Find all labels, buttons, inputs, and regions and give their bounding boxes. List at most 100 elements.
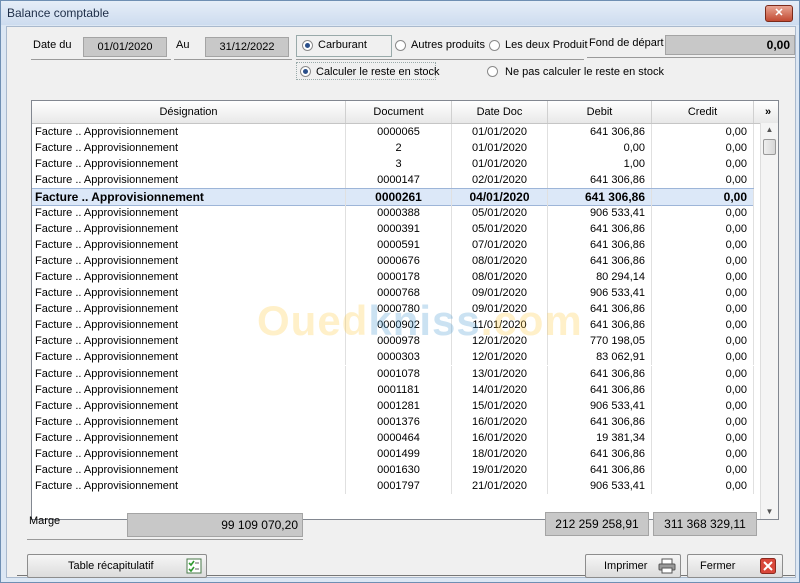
cell-designation: Facture .. Approvisionnement [32,124,346,140]
table-recapitulatif-button[interactable]: Table récapitulatif [27,554,207,578]
table-row[interactable]: Facture .. Approvisionnement 0001499 18/01… [32,446,754,462]
imprimer-label: Imprimer [604,560,648,572]
cell-designation: Facture .. Approvisionnement [32,236,346,253]
cell-document: 0000147 [346,172,452,189]
close-x-icon [760,558,776,582]
table-row[interactable]: Facture .. Approvisionnement 0001630 19/01… [32,462,754,479]
cell-designation: Facture .. Approvisionnement [32,429,346,446]
cell-document: 0000391 [346,220,452,237]
table-row[interactable]: Facture .. Approvisionnement 0000065 01/01… [32,124,754,140]
table-row[interactable]: Facture .. Approvisionnement 2 01/01/2020 0… [32,140,754,157]
col-header-designation[interactable]: Désignation [32,101,346,123]
table-row[interactable]: Facture .. Approvisionnement 0001281 15/01… [32,397,754,414]
checklist-icon [186,558,202,582]
fermer-button[interactable]: Fermer [687,554,783,578]
autres-produits-radio[interactable] [395,40,406,51]
cell-designation: Facture .. Approvisionnement [32,333,346,350]
date-to-field[interactable]: 31/12/2022 [205,37,289,57]
cell-date-doc: 15/01/2020 [452,397,548,414]
cell-credit: 0,00 [652,446,754,462]
cell-designation: Facture .. Approvisionnement [32,317,346,334]
calculer-stock-radio[interactable] [300,66,311,77]
imprimer-button[interactable]: Imprimer [585,554,681,578]
more-columns-button[interactable]: » [758,101,778,123]
cell-designation: Facture .. Approvisionnement [32,204,346,221]
cell-credit: 0,00 [652,236,754,253]
cell-debit: 80 294,14 [548,268,652,285]
table-row[interactable]: Facture .. Approvisionnement 0000591 07/01… [32,236,754,253]
table-row[interactable]: Facture .. Approvisionnement 0000676 08/01… [32,252,754,269]
calculer-stock-label[interactable]: Calculer le reste en stock [316,66,440,78]
date-from-label: Date du [33,39,72,51]
cell-debit: 641 306,86 [548,252,652,269]
table-row[interactable]: Facture .. Approvisionnement 0001181 14/01… [32,381,754,398]
col-header-debit[interactable]: Debit [548,101,652,123]
scroll-up-arrow-icon[interactable]: ▲ [761,123,778,137]
printer-icon [658,558,676,582]
carburant-label[interactable]: Carburant [318,39,367,51]
table-row[interactable]: Facture .. Approvisionnement 0001078 13/01… [32,365,754,382]
cell-document: 0000261 [346,189,452,206]
date-from-field[interactable]: 01/01/2020 [83,37,167,57]
table-row[interactable]: Facture .. Approvisionnement 0000178 08/01… [32,268,754,285]
cell-designation: Facture .. Approvisionnement [32,285,346,301]
table-row[interactable]: Facture .. Approvisionnement 0000464 16/01… [32,429,754,446]
cell-document: 0000303 [346,349,452,366]
cell-debit: 641 306,86 [548,365,652,382]
col-header-date-doc[interactable]: Date Doc [452,101,548,123]
window-title: Balance comptable [7,6,110,20]
table-row[interactable]: Facture .. Approvisionnement 0000147 02/01… [32,172,754,189]
cell-designation: Facture .. Approvisionnement [32,140,346,157]
cell-date-doc: 07/01/2020 [452,236,548,253]
scroll-thumb[interactable] [763,139,776,155]
table-row[interactable]: Facture .. Approvisionnement 0000303 12/01… [32,349,754,366]
title-bar[interactable]: Balance comptable ✕ [1,1,799,25]
table-row[interactable]: Facture .. Approvisionnement 0000388 05/01… [32,204,754,221]
cell-debit: 83 062,91 [548,349,652,366]
cell-credit: 0,00 [652,285,754,301]
les-deux-produit-radio[interactable] [489,40,500,51]
grid-vertical-scrollbar[interactable]: ▲ ▼ [760,123,778,519]
date-to-underline [174,59,292,60]
cell-credit: 0,00 [652,462,754,479]
table-row[interactable]: Facture .. Approvisionnement 3 01/01/2020 1… [32,156,754,173]
cell-designation: Facture .. Approvisionnement [32,220,346,237]
cell-debit: 906 533,41 [548,478,652,495]
cell-designation: Facture .. Approvisionnement [32,268,346,285]
table-row[interactable]: Facture .. Approvisionnement 0000902 11/01… [32,317,754,334]
cell-credit: 0,00 [652,478,754,495]
table-row[interactable]: Facture .. Approvisionnement 0000391 05/01… [32,220,754,237]
cell-document: 0001376 [346,413,452,430]
scroll-down-arrow-icon[interactable]: ▼ [761,505,778,519]
table-row[interactable]: Facture .. Approvisionnement 0000978 12/01… [32,333,754,350]
cell-date-doc: 12/01/2020 [452,333,548,350]
fond-depart-field[interactable]: 0,00 [665,35,795,55]
product-group-underline [296,59,584,60]
col-header-document[interactable]: Document [346,101,452,123]
carburant-radio[interactable] [302,40,313,51]
balance-grid[interactable]: Désignation Document Date Doc Debit Cred… [31,100,779,520]
cell-document: 0000388 [346,204,452,221]
ne-pas-calculer-stock-radio[interactable] [487,66,498,77]
debit-total-field: 212 259 258,91 [545,512,649,536]
les-deux-produit-label[interactable]: Les deux Produit [505,39,588,51]
ne-pas-calculer-stock-label[interactable]: Ne pas calculer le reste en stock [505,66,664,78]
cell-credit: 0,00 [652,189,754,206]
fond-depart-underline [587,57,795,58]
balance-window: Balance comptable ✕ Date du 01/01/2020 A… [0,0,800,583]
cell-credit: 0,00 [652,381,754,398]
autres-produits-label[interactable]: Autres produits [411,39,485,51]
fond-depart-label: Fond de départ [589,37,664,49]
col-header-credit[interactable]: Credit [652,101,754,123]
table-row[interactable]: Facture .. Approvisionnement 0000768 09/01… [32,285,754,301]
table-row[interactable]: Facture .. Approvisionnement 0001797 21/01… [32,478,754,495]
table-row[interactable]: Facture .. Approvisionnement 0001376 16/01… [32,413,754,430]
cell-debit: 641 306,86 [548,317,652,334]
window-close-button[interactable]: ✕ [765,5,793,22]
cell-debit: 906 533,41 [548,397,652,414]
cell-debit: 641 306,86 [548,124,652,140]
cell-date-doc: 13/01/2020 [452,365,548,382]
marge-underline [27,539,303,540]
table-row[interactable]: Facture .. Approvisionnement 0000780 09/01… [32,301,754,318]
cell-document: 0000676 [346,252,452,269]
